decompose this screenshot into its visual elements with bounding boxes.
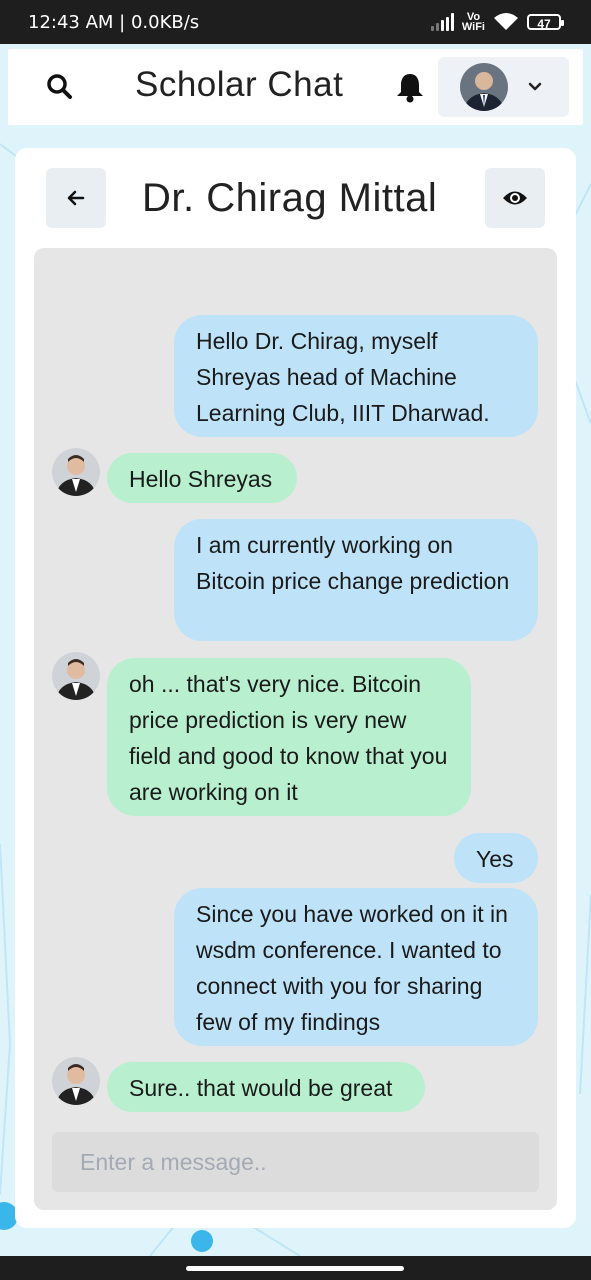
- status-time: 12:43 AM | 0.0KB/s: [28, 12, 200, 33]
- bell-icon[interactable]: [392, 69, 428, 105]
- chevron-down-icon: [528, 82, 542, 91]
- message-input[interactable]: [52, 1132, 539, 1192]
- system-nav-bar: [0, 1256, 591, 1280]
- outgoing-message: Hello Dr. Chirag, myself Shreyas head of…: [174, 315, 538, 437]
- arrow-left-icon: [67, 190, 85, 206]
- message-text: Hello Shreyas: [129, 466, 273, 492]
- message-text: I am currently working on Bitcoin price …: [196, 532, 510, 594]
- contact-name: Dr. Chirag Mittal: [142, 176, 438, 220]
- home-gesture-handle[interactable]: [186, 1266, 404, 1271]
- signal-icon: [430, 13, 454, 31]
- message-text: Hello Dr. Chirag, myself Shreyas head of…: [196, 328, 490, 426]
- outgoing-message: Since you have worked on it in wsdm conf…: [174, 888, 538, 1046]
- avatar: [52, 652, 100, 700]
- profile-menu-button[interactable]: [438, 57, 569, 117]
- incoming-message: oh ... that's very nice. Bitcoin price p…: [107, 658, 471, 816]
- avatar: [52, 448, 100, 496]
- status-bar: 12:43 AM | 0.0KB/s Vo WiFi 47: [0, 0, 591, 44]
- view-profile-button[interactable]: [485, 168, 545, 228]
- message-text: Yes: [476, 846, 514, 872]
- message-text: Sure.. that would be great: [129, 1075, 393, 1101]
- chat-card: Dr. Chirag Mittal Hello Dr. Chirag, myse…: [15, 148, 576, 1228]
- app-header: Scholar Chat: [8, 49, 583, 125]
- vowifi-indicator: Vo WiFi: [461, 12, 485, 33]
- search-icon[interactable]: [44, 71, 76, 103]
- back-button[interactable]: [46, 168, 106, 228]
- outgoing-message: I am currently working on Bitcoin price …: [174, 519, 538, 641]
- outgoing-message: Yes: [454, 833, 538, 883]
- incoming-message: Hello Shreyas: [107, 453, 297, 503]
- avatar: [460, 63, 508, 111]
- app-title: Scholar Chat: [135, 65, 344, 104]
- message-text: Since you have worked on it in wsdm conf…: [196, 901, 508, 1035]
- status-icons: Vo WiFi 47: [423, 10, 564, 34]
- message-list: Hello Dr. Chirag, myself Shreyas head of…: [34, 248, 557, 1210]
- battery-icon: 47: [527, 14, 564, 31]
- avatar: [52, 1057, 100, 1105]
- incoming-message: Sure.. that would be great: [107, 1062, 425, 1112]
- message-text: oh ... that's very nice. Bitcoin price p…: [129, 671, 448, 805]
- wifi-icon: [494, 13, 518, 30]
- vowifi-bottom-label: WiFi: [461, 21, 485, 33]
- battery-level: 47: [537, 17, 551, 31]
- eye-icon: [503, 191, 527, 205]
